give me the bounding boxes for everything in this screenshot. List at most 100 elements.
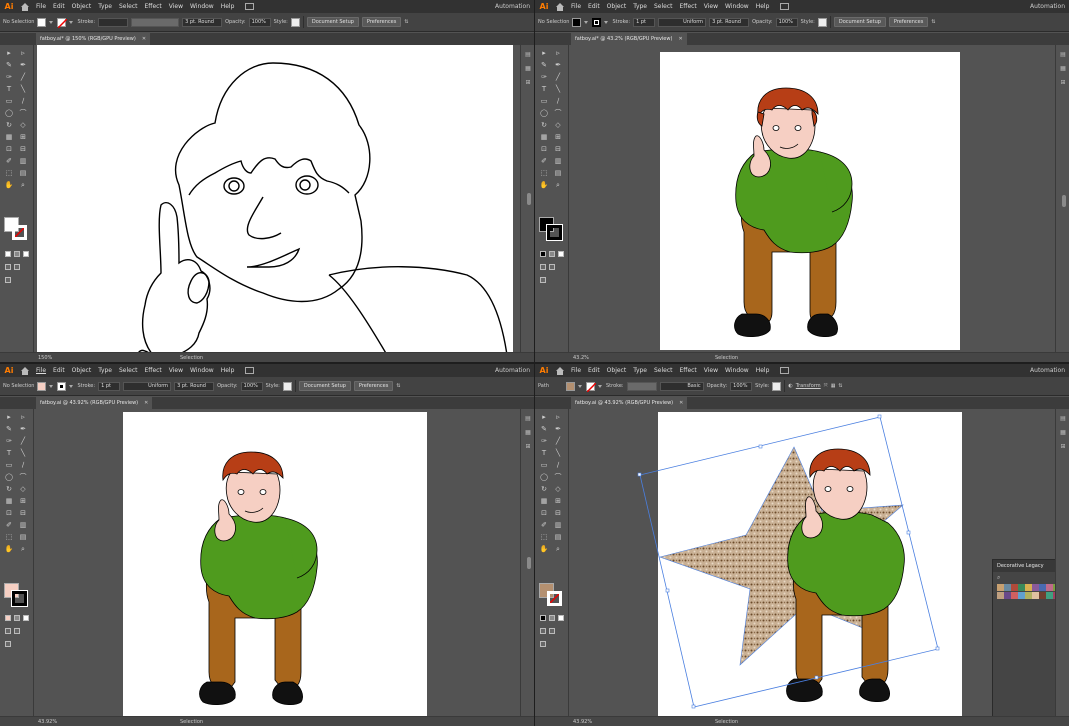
opacity-field[interactable]: 100% xyxy=(248,17,271,27)
tool-10-icon[interactable]: ◯ xyxy=(4,109,14,118)
pattern-swatch[interactable] xyxy=(1004,592,1011,599)
tool-9-icon[interactable]: ∕ xyxy=(18,461,28,470)
zoom-level[interactable]: 43.92% xyxy=(38,719,57,725)
tool-23-icon[interactable]: ⌕ xyxy=(553,545,563,554)
edit-toolbar-icon[interactable] xyxy=(5,641,11,647)
stroke-weight-field[interactable]: 1 pt xyxy=(98,381,121,391)
search-icon[interactable]: ⌕ xyxy=(993,572,1055,584)
fill-stroke-widget[interactable] xyxy=(4,583,30,607)
tool-19-icon[interactable]: ▥ xyxy=(18,521,28,530)
tool-20-icon[interactable]: ⬚ xyxy=(539,533,549,542)
tool-5-icon[interactable]: ╱ xyxy=(553,73,563,82)
tool-3-icon[interactable]: ✒ xyxy=(18,425,28,434)
menu-window[interactable]: Window xyxy=(190,3,214,10)
tool-7-icon[interactable]: ╲ xyxy=(18,85,28,94)
tool-21-icon[interactable]: ▤ xyxy=(553,169,563,178)
tool-4-icon[interactable]: ✑ xyxy=(4,73,14,82)
opacity-field[interactable]: 100% xyxy=(775,17,798,27)
menu-view[interactable]: View xyxy=(169,367,183,374)
menu-select[interactable]: Select xyxy=(654,367,673,374)
tool-16-icon[interactable]: ⊡ xyxy=(539,145,549,154)
dock-panel-icon[interactable]: ▤ xyxy=(524,51,532,58)
brush-definition[interactable]: 3 pt. Round xyxy=(182,17,223,27)
dock-panel-icon[interactable]: ⊞ xyxy=(524,443,532,450)
edit-toolbar-icon[interactable] xyxy=(5,277,11,283)
tool-19-icon[interactable]: ▥ xyxy=(18,157,28,166)
tool-16-icon[interactable]: ⊡ xyxy=(4,509,14,518)
pattern-swatch[interactable] xyxy=(1039,584,1046,591)
tool-8-icon[interactable]: ▭ xyxy=(539,461,549,470)
fill-swatch[interactable] xyxy=(37,17,47,27)
variable-width-profile[interactable]: Uniform xyxy=(123,381,172,391)
stroke-swatch[interactable] xyxy=(57,381,67,391)
stroke-weight-field[interactable] xyxy=(98,17,129,27)
menu-type[interactable]: Type xyxy=(633,367,647,374)
home-icon[interactable] xyxy=(555,366,565,375)
menu-effect[interactable]: Effect xyxy=(680,3,697,10)
close-icon[interactable]: ✕ xyxy=(144,400,148,406)
none-mode-icon[interactable] xyxy=(558,615,564,621)
tool-13-icon[interactable]: ◇ xyxy=(18,121,28,130)
stroke-color-swatch[interactable] xyxy=(12,591,27,606)
preferences-button[interactable]: Preferences xyxy=(361,17,402,27)
tool-22-icon[interactable]: ✋ xyxy=(4,545,14,554)
menu-help[interactable]: Help xyxy=(221,367,235,374)
transform-link[interactable]: Transform xyxy=(796,383,821,389)
tool-2-icon[interactable]: ✎ xyxy=(539,61,549,70)
draw-mode-icon[interactable] xyxy=(540,628,546,634)
menu-edit[interactable]: Edit xyxy=(53,3,65,10)
document-setup-button[interactable]: Document Setup xyxy=(833,17,886,27)
zoom-level[interactable]: 43.92% xyxy=(573,719,592,725)
chevron-down-icon[interactable] xyxy=(69,18,74,27)
pattern-swatch[interactable] xyxy=(1032,584,1039,591)
workspace-label[interactable]: Automation xyxy=(495,367,530,374)
tool-3-icon[interactable]: ✒ xyxy=(18,61,28,70)
tool-0-icon[interactable]: ▸ xyxy=(4,413,14,422)
dock-panel-icon[interactable]: ▦ xyxy=(1059,65,1067,72)
chevron-down-icon[interactable] xyxy=(584,18,589,27)
chevron-down-icon[interactable] xyxy=(69,382,74,391)
fill-stroke-widget[interactable] xyxy=(4,217,30,241)
tool-22-icon[interactable]: ✋ xyxy=(539,181,549,190)
variable-width-profile[interactable]: Uniform xyxy=(658,17,707,27)
menu-select[interactable]: Select xyxy=(654,3,673,10)
zoom-level[interactable]: 43.2% xyxy=(573,355,589,361)
tool-20-icon[interactable]: ⬚ xyxy=(4,169,14,178)
tool-4-icon[interactable]: ✑ xyxy=(539,437,549,446)
tool-12-icon[interactable]: ↻ xyxy=(4,485,14,494)
tool-11-icon[interactable]: ⌒ xyxy=(553,473,563,482)
none-mode-icon[interactable] xyxy=(558,251,564,257)
stroke-color-swatch[interactable] xyxy=(547,225,562,240)
fill-swatch[interactable] xyxy=(565,381,575,391)
pattern-swatch[interactable] xyxy=(1046,592,1053,599)
pattern-swatch[interactable] xyxy=(1018,584,1025,591)
menu-select[interactable]: Select xyxy=(119,367,138,374)
none-mode-icon[interactable] xyxy=(23,615,29,621)
pattern-swatch[interactable] xyxy=(1046,584,1053,591)
fill-swatch[interactable] xyxy=(37,381,47,391)
menu-view[interactable]: View xyxy=(704,3,718,10)
tool-0-icon[interactable]: ▸ xyxy=(539,413,549,422)
tool-12-icon[interactable]: ↻ xyxy=(4,121,14,130)
tool-14-icon[interactable]: ▦ xyxy=(4,133,14,142)
tool-8-icon[interactable]: ▭ xyxy=(4,97,14,106)
menu-file[interactable]: File xyxy=(36,367,46,374)
tool-18-icon[interactable]: ✐ xyxy=(539,157,549,166)
close-icon[interactable]: ✕ xyxy=(679,400,683,406)
zoom-level[interactable]: 150% xyxy=(38,355,52,361)
dock-panel-icon[interactable]: ⊞ xyxy=(1059,79,1067,86)
variable-width-profile[interactable] xyxy=(131,17,180,27)
fill-stroke-widget[interactable] xyxy=(539,217,565,241)
tool-16-icon[interactable]: ⊡ xyxy=(4,145,14,154)
tool-12-icon[interactable]: ↻ xyxy=(539,121,549,130)
tool-23-icon[interactable]: ⌕ xyxy=(18,545,28,554)
tool-18-icon[interactable]: ✐ xyxy=(4,521,14,530)
stroke-color-swatch[interactable] xyxy=(12,225,27,240)
menu-type[interactable]: Type xyxy=(98,3,112,10)
menu-object[interactable]: Object xyxy=(72,3,92,10)
tool-15-icon[interactable]: ⊞ xyxy=(18,133,28,142)
screen-mode-icon[interactable] xyxy=(549,264,555,270)
brush-definition[interactable]: 3 pt. Round xyxy=(709,17,750,27)
menu-type[interactable]: Type xyxy=(633,3,647,10)
tool-1-icon[interactable]: ▹ xyxy=(553,413,563,422)
